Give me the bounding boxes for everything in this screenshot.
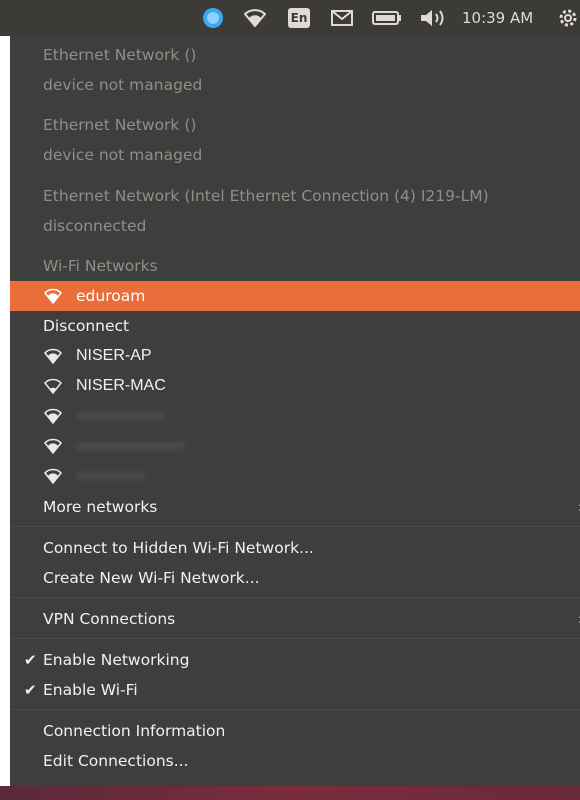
wifi-signal-icon: [44, 468, 62, 484]
separator: [10, 638, 580, 639]
eduroam-label: eduroam: [76, 287, 146, 305]
top-panel: En 10:39 AM: [0, 0, 580, 36]
enable-wifi-item[interactable]: ✔ Enable Wi-Fi: [10, 675, 580, 705]
ethernet-1-status: device not managed: [43, 76, 203, 94]
redacted-network-name: [76, 472, 146, 480]
battery-icon[interactable]: [370, 0, 404, 36]
separator: [10, 597, 580, 598]
wifi-signal-icon: [44, 438, 62, 454]
vpn-connections-item[interactable]: VPN Connections ›: [10, 604, 580, 634]
connection-information-item[interactable]: Connection Information: [10, 716, 580, 746]
wifi-network-niser-mac[interactable]: NISER-MAC: [10, 371, 580, 401]
keyboard-layout-label: En: [288, 8, 310, 28]
clock[interactable]: 10:39 AM: [462, 0, 533, 36]
more-networks-item[interactable]: More networks ›: [10, 492, 580, 522]
checkmark-icon: ✔: [24, 651, 37, 669]
wifi-network-redacted-1[interactable]: [10, 401, 580, 431]
wifi-signal-icon: [44, 378, 62, 394]
desktop-background-strip: [0, 786, 580, 800]
disconnect-item[interactable]: Disconnect: [10, 311, 580, 341]
volume-icon[interactable]: [416, 0, 450, 36]
create-new-wifi-item[interactable]: Create New Wi-Fi Network...: [10, 563, 580, 593]
wifi-network-redacted-2[interactable]: [10, 431, 580, 461]
ethernet-1-name: Ethernet Network (): [43, 46, 197, 64]
network-name: NISER-MAC: [76, 377, 166, 394]
checkmark-icon: ✔: [24, 681, 37, 699]
wifi-network-niser-ap[interactable]: NISER-AP: [10, 341, 580, 371]
redacted-network-name: [76, 412, 166, 420]
network-menu: Ethernet Network () device not managed E…: [10, 36, 580, 786]
wifi-icon[interactable]: [240, 0, 270, 36]
edit-connections-item[interactable]: Edit Connections...: [10, 746, 580, 776]
wifi-connected-eduroam[interactable]: eduroam: [10, 281, 580, 311]
network-name: NISER-AP: [76, 347, 152, 364]
wifi-signal-icon: [44, 348, 62, 364]
ethernet-2-name: Ethernet Network (): [43, 116, 197, 134]
mail-icon[interactable]: [328, 0, 356, 36]
skype-icon[interactable]: [198, 0, 228, 36]
wifi-networks-header: Wi-Fi Networks: [43, 257, 158, 275]
settings-gear-icon[interactable]: [556, 0, 580, 36]
wifi-network-redacted-3[interactable]: [10, 461, 580, 491]
ethernet-2-status: device not managed: [43, 146, 203, 164]
separator: [10, 709, 580, 710]
ethernet-3-name: Ethernet Network (Intel Ethernet Connect…: [43, 187, 489, 205]
redacted-network-name: [76, 442, 186, 450]
ethernet-3-status: disconnected: [43, 217, 147, 235]
enable-networking-item[interactable]: ✔ Enable Networking: [10, 645, 580, 675]
wifi-signal-icon: [44, 408, 62, 424]
keyboard-layout-icon[interactable]: En: [286, 0, 312, 36]
wifi-signal-icon: [44, 288, 62, 304]
separator: [10, 526, 580, 527]
connect-hidden-wifi-item[interactable]: Connect to Hidden Wi-Fi Network...: [10, 533, 580, 563]
